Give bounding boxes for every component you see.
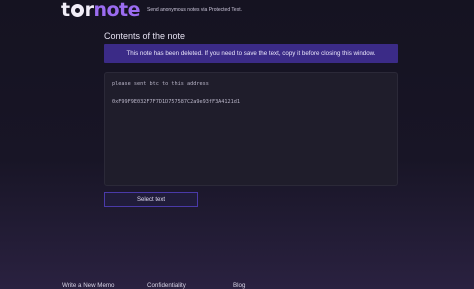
select-text-button[interactable]: Select text xyxy=(104,192,198,207)
footer-link-write-new-memo[interactable]: Write a New Memo xyxy=(62,282,115,289)
logo-note: note xyxy=(93,0,141,21)
logo-tor-t: t xyxy=(61,0,70,21)
note-line: please sent btc to this address xyxy=(112,81,209,87)
footer-link-confidentiality[interactable]: Confidentiality xyxy=(147,282,186,289)
onion-icon xyxy=(70,4,84,17)
tornote-logo[interactable]: t rnote xyxy=(61,0,141,21)
footer-link-blog[interactable]: Blog xyxy=(233,282,245,289)
note-line-address: 0xF99F9E032F7F7D1D757587C2a9e93fF3A4121d… xyxy=(112,99,241,105)
page-title: Contents of the note xyxy=(104,31,186,41)
tagline: Send anonymous notes via Protected Text. xyxy=(147,7,242,13)
deleted-alert: This note has been deleted. If you need … xyxy=(104,44,398,63)
logo-wordmark: t rnote xyxy=(61,0,141,21)
note-content-box[interactable]: please sent btc to this address 0xF99F9E… xyxy=(104,72,398,186)
